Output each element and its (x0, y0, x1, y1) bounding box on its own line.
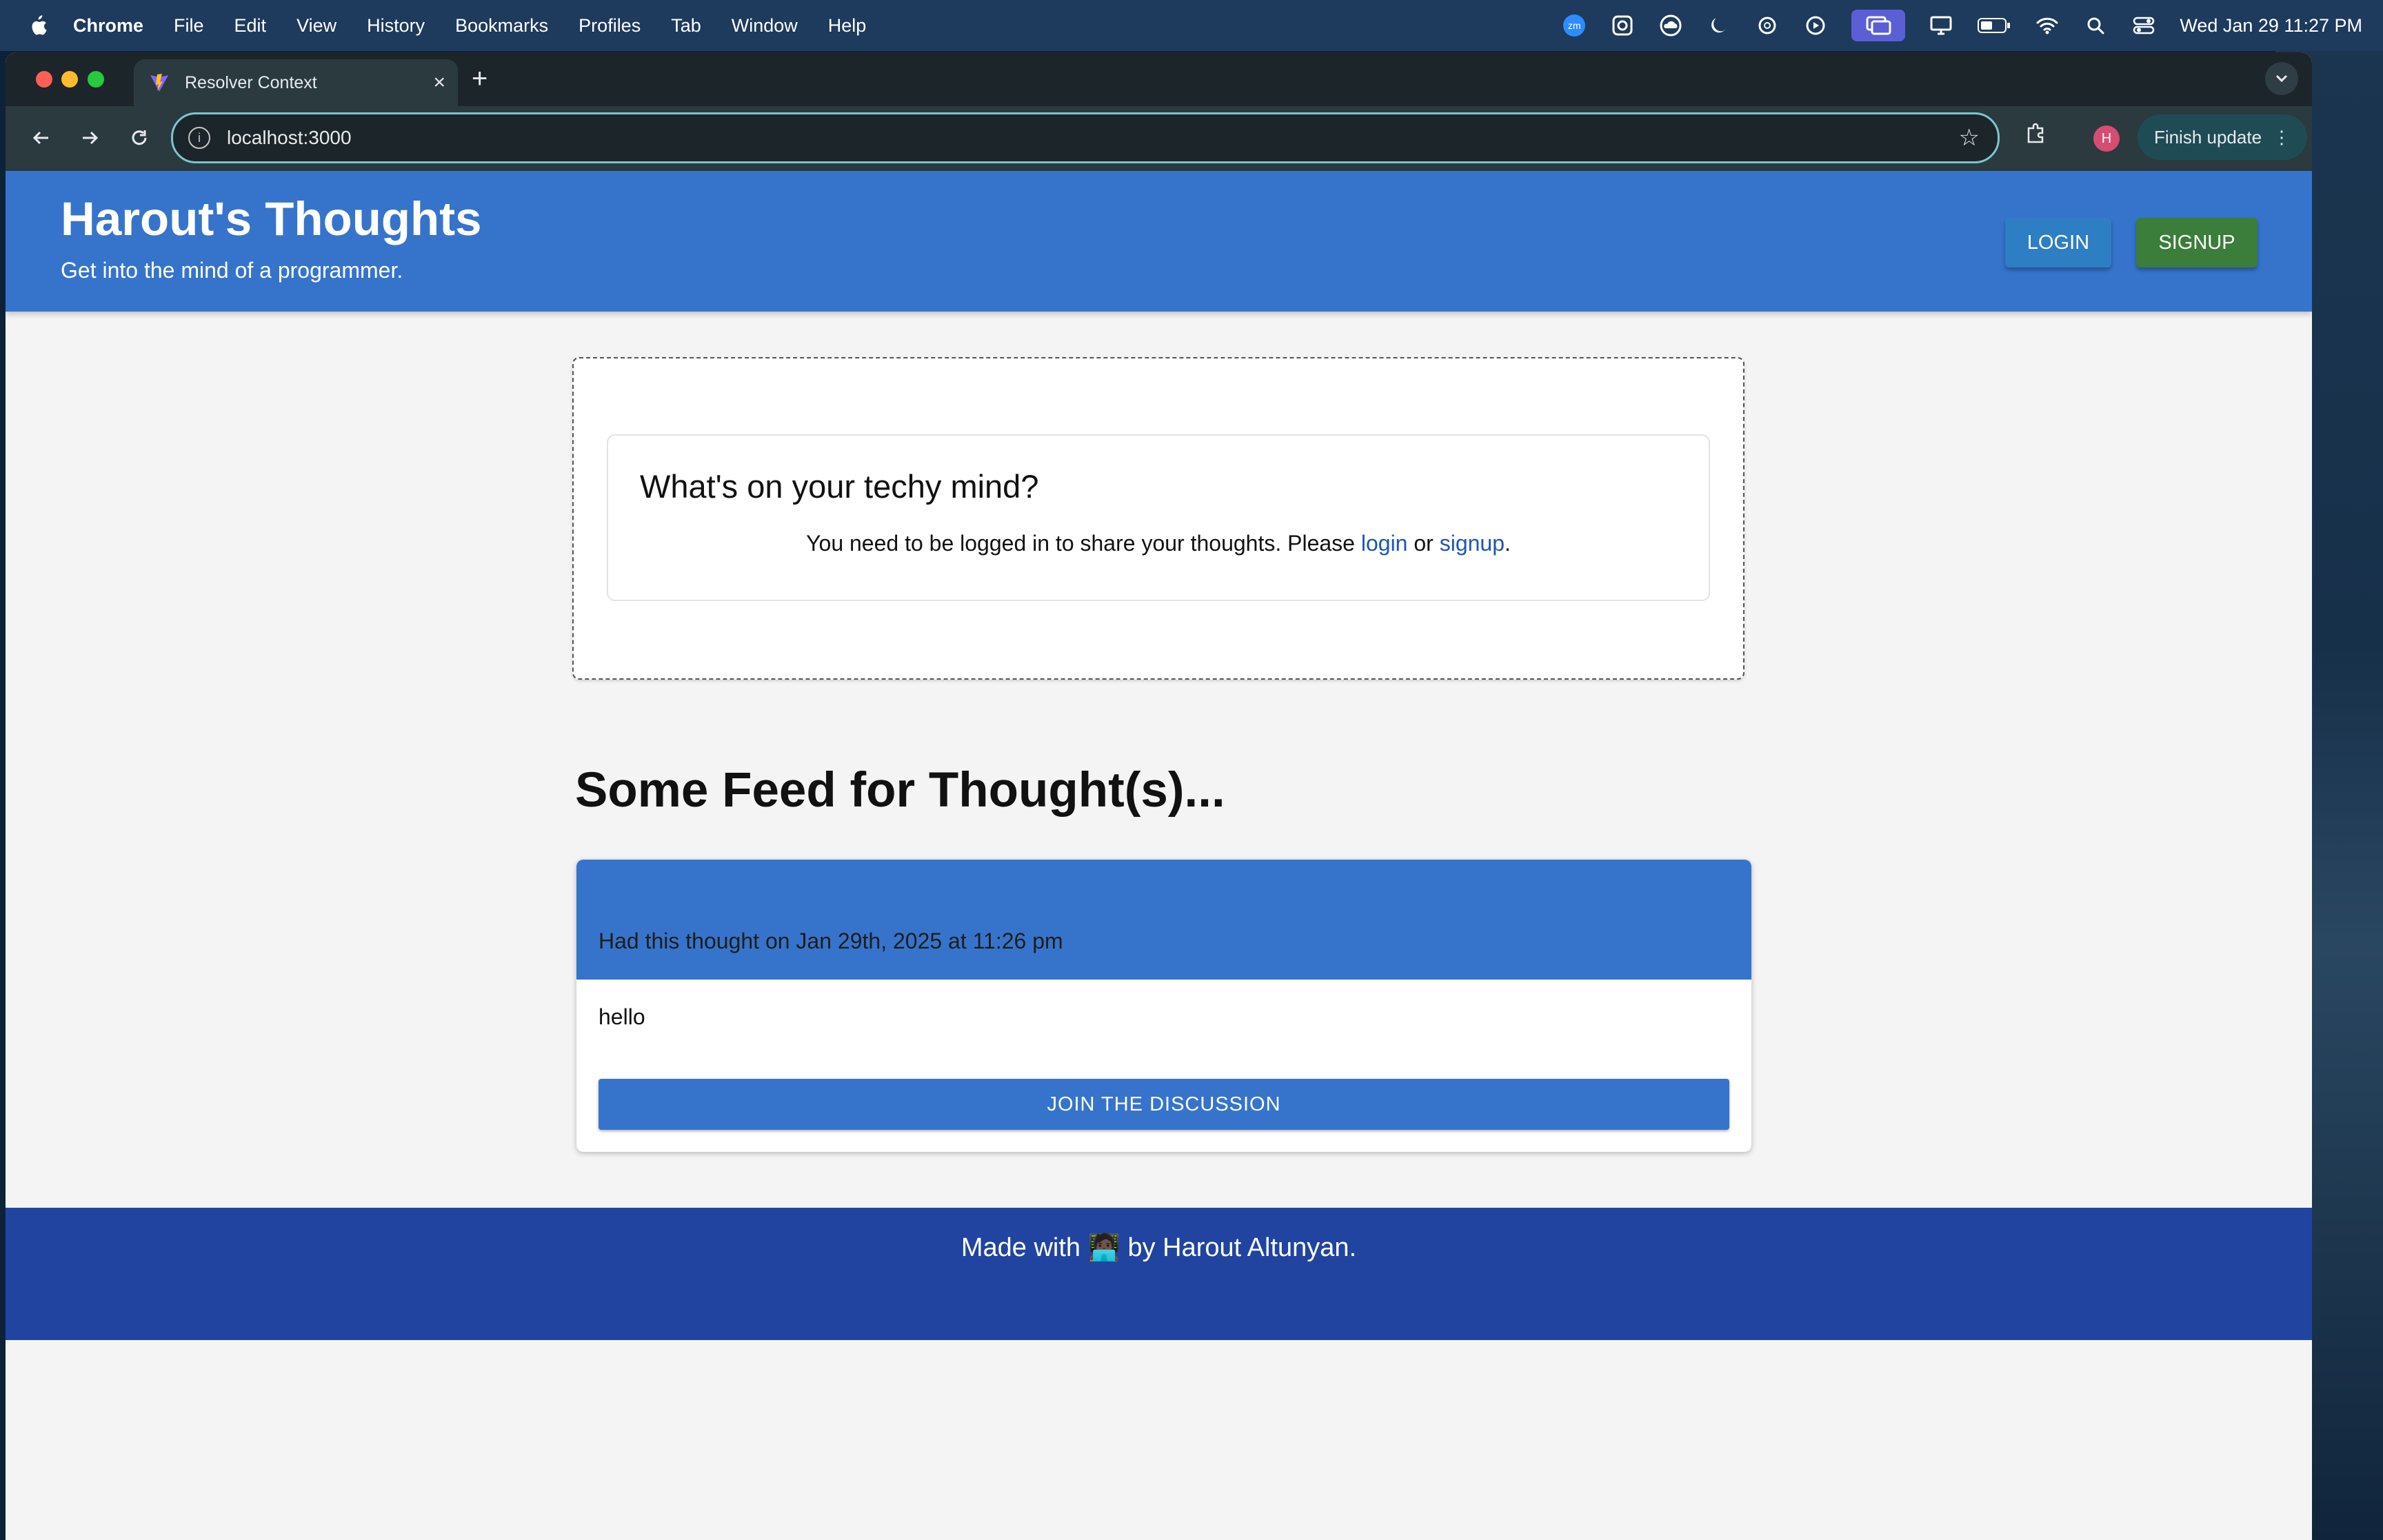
menu-history[interactable]: History (367, 15, 425, 37)
menu-file[interactable]: File (174, 15, 204, 37)
zoom-icon[interactable]: zm (1562, 13, 1587, 38)
signup-link[interactable]: signup (1440, 531, 1505, 556)
menu-help[interactable]: Help (828, 15, 867, 37)
zoom-badge: zm (1563, 14, 1586, 37)
window-zoom-button[interactable] (88, 71, 104, 88)
menu-profiles[interactable]: Profiles (579, 15, 641, 37)
address-bar-url[interactable]: localhost:3000 (227, 127, 352, 149)
tab-title: Resolver Context (185, 72, 317, 92)
more-menu-icon[interactable]: ⋮ (2273, 127, 2291, 148)
finish-update-button[interactable]: Finish update ⋮ (2138, 114, 2307, 160)
extensions-puzzle-icon[interactable] (2024, 121, 2048, 151)
site-tagline: Get into the mind of a programmer. (61, 258, 403, 283)
control-center-icon[interactable] (2131, 13, 2156, 38)
menu-view[interactable]: View (296, 15, 336, 37)
forward-arrow-icon[interactable] (74, 123, 105, 153)
browser-toolbar: i localhost:3000 ☆ H Finish update ⋮ (6, 106, 2312, 171)
macos-menu-bar: Chrome File Edit View History Bookmarks … (0, 0, 2383, 51)
spotlight-search-icon[interactable] (2083, 13, 2108, 38)
site-info-icon[interactable]: i (188, 127, 210, 149)
signup-button[interactable]: SIGNUP (2136, 218, 2258, 267)
vite-favicon-icon (149, 72, 170, 93)
tab-search-chevron-down-icon[interactable] (2265, 62, 2298, 95)
apple-icon[interactable] (28, 14, 48, 37)
site-footer: Made with 🧑🏿‍💻 by Harout Altunyan. (6, 1208, 2312, 1340)
reload-icon[interactable] (124, 123, 154, 153)
wifi-icon[interactable] (2035, 13, 2060, 38)
window-close-button[interactable] (36, 71, 52, 88)
thought-composer-container: What's on your techy mind? You need to b… (572, 357, 1744, 680)
profile-avatar[interactable]: H (2093, 125, 2120, 152)
bookmark-star-icon[interactable]: ☆ (1959, 124, 1980, 152)
play-icon[interactable] (1803, 13, 1828, 38)
menu-tab[interactable]: Tab (671, 15, 701, 37)
login-required-message: You need to be logged in to share your t… (608, 531, 1709, 556)
feed-title: Some Feed for Thought(s)... (575, 763, 1225, 818)
thought-card: Had this thought on Jan 29th, 2025 at 11… (576, 860, 1751, 1152)
login-link[interactable]: login (1361, 531, 1408, 556)
screenshot-icon[interactable] (1610, 13, 1635, 38)
composer-heading: What's on your techy mind? (640, 468, 1039, 505)
menu-window[interactable]: Window (732, 15, 798, 37)
menubar-clock[interactable]: Wed Jan 29 11:27 PM (2180, 15, 2362, 37)
thought-composer-card: What's on your techy mind? You need to b… (607, 434, 1710, 601)
tab-strip: Resolver Context × + (6, 52, 2312, 106)
display-icon[interactable] (1929, 13, 1953, 38)
moon-icon[interactable] (1707, 13, 1731, 38)
cloud-icon[interactable] (1658, 13, 1683, 38)
back-arrow-icon[interactable] (26, 123, 57, 153)
join-discussion-button[interactable]: JOIN THE DISCUSSION (599, 1079, 1729, 1130)
browser-tab-active[interactable]: Resolver Context × (134, 59, 458, 106)
thought-card-header: Had this thought on Jan 29th, 2025 at 11… (576, 860, 1751, 980)
new-tab-plus-icon[interactable]: + (472, 63, 487, 94)
menu-bookmarks[interactable]: Bookmarks (455, 15, 548, 37)
login-required-text: You need to be logged in to share your t… (806, 531, 1361, 556)
menu-app-name[interactable]: Chrome (73, 15, 143, 37)
address-bar[interactable]: i localhost:3000 ☆ (171, 112, 2000, 163)
finish-update-label: Finish update (2153, 126, 2262, 148)
thought-date: Had this thought on Jan 29th, 2025 at 11… (599, 929, 1063, 953)
tab-close-icon[interactable]: × (433, 71, 445, 94)
battery-icon[interactable] (1977, 13, 2011, 38)
window-minimize-button[interactable] (61, 71, 78, 88)
menubar-status-area: zm Wed Jan 29 11:27 PM (1562, 0, 2362, 51)
menu-edit[interactable]: Edit (234, 15, 267, 37)
thought-body: hello (599, 1004, 645, 1029)
browser-window: Resolver Context × + i localhost:3000 ☆ … (6, 52, 2312, 1540)
site-header: Harout's Thoughts Get into the mind of a… (6, 171, 2312, 312)
site-title[interactable]: Harout's Thoughts (61, 192, 482, 246)
web-page: Harout's Thoughts Get into the mind of a… (6, 171, 2312, 1540)
screen-mirror-icon[interactable] (1851, 10, 1906, 41)
footer-text: Made with 🧑🏿‍💻 by Harout Altunyan. (961, 1233, 1357, 1262)
or-text: or (1407, 531, 1440, 556)
message-period: . (1505, 531, 1511, 556)
login-button[interactable]: LOGIN (2005, 218, 2111, 267)
openai-icon[interactable] (1755, 13, 1780, 38)
